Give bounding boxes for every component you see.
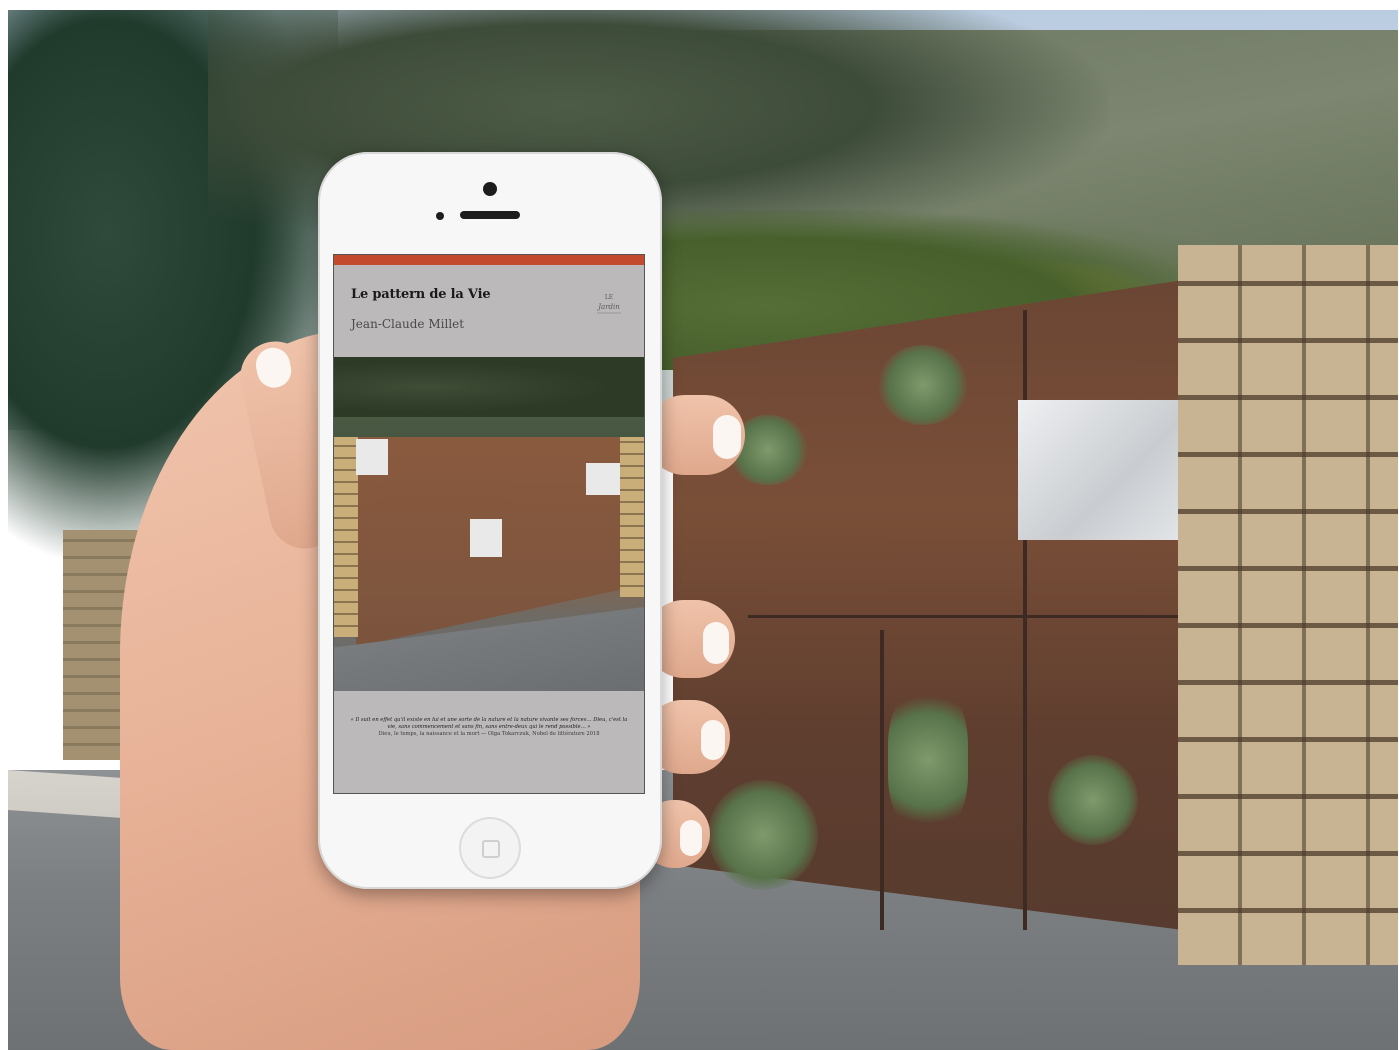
- cover-trees: [334, 357, 644, 417]
- home-square-icon: [482, 840, 500, 858]
- finger-nail: [703, 622, 729, 664]
- publisher-logo: LE Jardin: [589, 289, 629, 321]
- quote-source: Dieu, le temps, la naissance et la mort …: [378, 731, 600, 737]
- cover-photo: [334, 357, 644, 691]
- cover-silver-panel: [356, 439, 388, 475]
- silver-panel: [1018, 400, 1183, 540]
- accent-bar: [334, 255, 644, 265]
- finger-nail: [701, 720, 725, 760]
- book-quote: « Il suit en effet qu'il existe en lui e…: [348, 717, 630, 738]
- front-camera-icon: [483, 182, 497, 196]
- cover-stone-right: [620, 437, 644, 597]
- cover-silver-panel: [470, 519, 502, 557]
- wall-plant: [708, 780, 818, 890]
- quote-text: « Il suit en effet qu'il existe en lui e…: [350, 717, 628, 730]
- wall-plant: [1048, 755, 1138, 845]
- finger-nail: [713, 415, 741, 459]
- wall-plant: [888, 685, 968, 835]
- smartphone: Le pattern de la Vie Jean-Claude Millet …: [318, 152, 662, 889]
- sensor-dot: [436, 212, 444, 220]
- finger-nail: [680, 820, 702, 856]
- wall-plant: [878, 345, 968, 425]
- svg-text:Jardin: Jardin: [596, 303, 620, 311]
- phone-screen: Le pattern de la Vie Jean-Claude Millet …: [333, 254, 645, 794]
- svg-text:LE: LE: [605, 294, 613, 301]
- stone-wall-right: [1178, 245, 1398, 965]
- panel-seam: [880, 630, 884, 930]
- earpiece-speaker: [460, 211, 520, 219]
- book-title: Le pattern de la Vie: [351, 287, 491, 302]
- thumb-nail: [252, 344, 295, 391]
- panel-seam: [748, 615, 1183, 618]
- cover-stone-left: [334, 437, 358, 637]
- book-author: Jean-Claude Millet: [351, 317, 465, 331]
- cover-silver-panel: [586, 463, 620, 495]
- home-button[interactable]: [459, 817, 521, 879]
